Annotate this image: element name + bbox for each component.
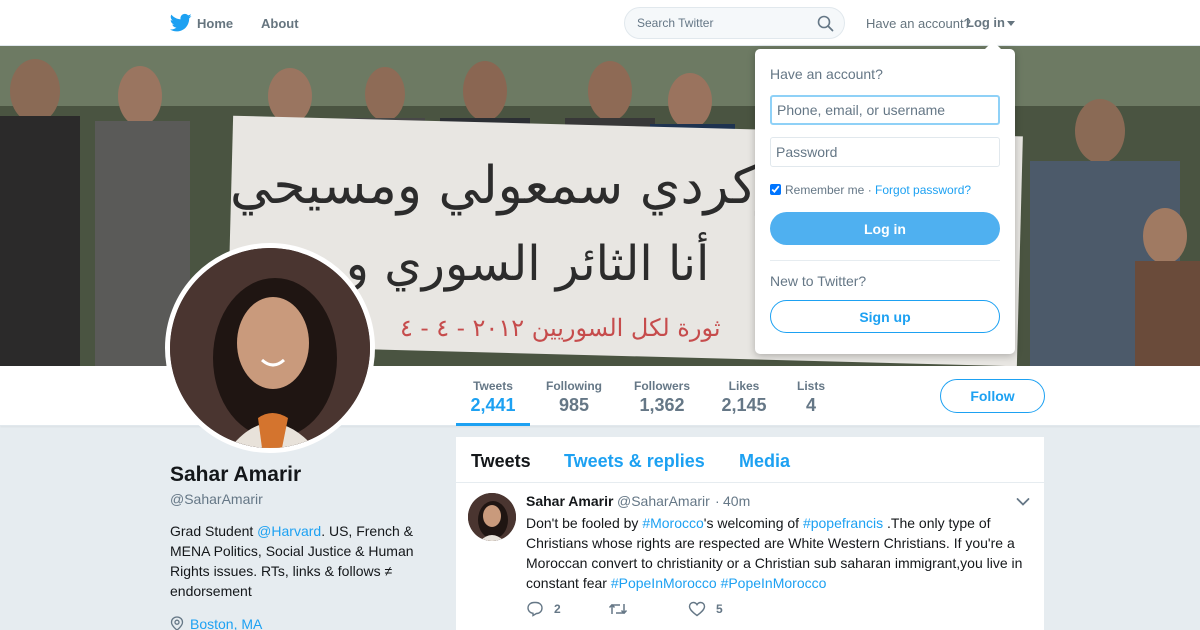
chevron-down-icon[interactable] <box>1016 497 1030 507</box>
stat-likes-label: Likes <box>728 379 760 393</box>
bio-harvard-link[interactable]: @Harvard <box>257 523 321 539</box>
stat-tweets-label: Tweets <box>473 379 513 393</box>
top-navigation: Home About Have an account? Log in <box>0 0 1200 46</box>
stat-tweets-value: 2,441 <box>470 395 516 415</box>
stat-followers-value: 1,362 <box>639 395 685 415</box>
tab-media[interactable]: Media <box>739 451 790 472</box>
retweet-action[interactable] <box>608 601 638 617</box>
twitter-bird-icon[interactable] <box>170 13 192 33</box>
login-dropdown: Have an account? Remember me · Forgot pa… <box>755 41 1015 354</box>
location-pin-icon <box>170 616 184 630</box>
stat-following[interactable]: Following 985 <box>540 366 608 426</box>
tweet-avatar-photo <box>468 493 516 541</box>
login-dropdown-toggle[interactable]: Log in <box>966 15 1015 30</box>
login-button[interactable]: Log in <box>770 212 1000 245</box>
tweet-separator: · <box>715 493 720 509</box>
login-toggle-label: Log in <box>966 15 1005 30</box>
profile-bio: Grad Student @Harvard. US, French & MENA… <box>170 521 425 601</box>
tweet-text: Don't be fooled by #Morocco's welcoming … <box>526 513 1031 593</box>
remember-row: Remember me · Forgot password? <box>770 183 971 197</box>
like-count: 5 <box>716 602 723 616</box>
profile-avatar[interactable] <box>165 243 375 453</box>
follow-button[interactable]: Follow <box>940 379 1045 413</box>
banner-text-line2: أنا الثائر السوري و... <box>300 236 710 292</box>
avatar-photo <box>170 248 370 448</box>
stat-lists-value: 4 <box>805 395 816 415</box>
reply-action[interactable]: 2 <box>526 601 561 617</box>
remember-me-checkbox[interactable] <box>770 184 781 195</box>
tweet-author-name[interactable]: Sahar Amarir <box>526 493 613 509</box>
password-field[interactable] <box>770 137 1000 167</box>
have-account-text: Have an account? <box>866 16 971 31</box>
hashtag-morocco[interactable]: #Morocco <box>642 515 703 531</box>
search-box[interactable] <box>624 7 845 39</box>
nav-about-link[interactable]: About <box>261 16 299 31</box>
stat-followers[interactable]: Followers 1,362 <box>628 366 696 426</box>
forgot-password-link[interactable]: Forgot password? <box>875 183 971 197</box>
tweet-avatar[interactable] <box>468 493 516 541</box>
bio-prefix: Grad Student <box>170 523 258 539</box>
profile-location[interactable]: Boston, MA <box>170 616 262 630</box>
location-text[interactable]: Boston, MA <box>190 616 262 630</box>
hashtag-popeinmorocco-1[interactable]: #PopeInMorocco <box>611 575 717 591</box>
tab-tweets[interactable]: Tweets <box>471 451 531 472</box>
stat-likes[interactable]: Likes 2,145 <box>714 366 774 426</box>
retweet-icon <box>608 604 628 614</box>
nav-home-link[interactable]: Home <box>197 16 233 31</box>
reply-icon <box>527 601 543 617</box>
heart-icon <box>688 601 706 617</box>
tweet-text-part1: Don't be fooled by <box>526 515 643 531</box>
like-action[interactable]: 5 <box>688 601 723 617</box>
search-input[interactable] <box>637 16 807 30</box>
tweet-timestamp[interactable]: 40m <box>723 493 750 509</box>
stat-likes-value: 2,145 <box>721 395 767 415</box>
timeline: Tweets Tweets & replies Media Sahar Amar… <box>456 437 1044 630</box>
timeline-tabs: Tweets Tweets & replies Media <box>456 437 1044 483</box>
login-dropdown-divider <box>770 260 1000 261</box>
caret-down-icon <box>1007 21 1015 27</box>
stat-lists[interactable]: Lists 4 <box>790 366 832 426</box>
login-dropdown-title: Have an account? <box>770 66 883 82</box>
new-to-twitter-text: New to Twitter? <box>770 273 867 289</box>
signup-button[interactable]: Sign up <box>770 300 1000 333</box>
tweet-text-part2: 's welcoming of <box>703 515 803 531</box>
profile-handle[interactable]: @SaharAmarir <box>170 491 263 507</box>
tweet-author-handle[interactable]: @SaharAmarir <box>617 493 710 509</box>
tab-tweets-replies[interactable]: Tweets & replies <box>564 451 705 472</box>
stat-following-value: 985 <box>558 395 590 415</box>
hashtag-popefrancis[interactable]: #popefrancis <box>803 515 883 531</box>
tweet[interactable]: Sahar Amarir @SaharAmarir · 40m Don't be… <box>456 483 1044 630</box>
username-field[interactable] <box>770 95 1000 125</box>
hashtag-popeinmorocco-2[interactable]: #PopeInMorocco <box>721 575 827 591</box>
remember-me-label[interactable]: Remember me <box>785 183 864 197</box>
stat-followers-label: Followers <box>633 379 690 393</box>
profile-name[interactable]: Sahar Amarir <box>170 463 301 487</box>
reply-count: 2 <box>554 602 561 616</box>
search-icon[interactable] <box>817 15 834 32</box>
banner-text-line3: ثورة لكل السوريين ٢٠١٢ - ٤ - ٤ <box>400 314 721 342</box>
stat-lists-label: Lists <box>796 379 825 393</box>
remember-separator: · <box>864 183 876 197</box>
stat-following-label: Following <box>546 379 602 393</box>
stat-tweets[interactable]: Tweets 2,441 <box>456 366 530 426</box>
